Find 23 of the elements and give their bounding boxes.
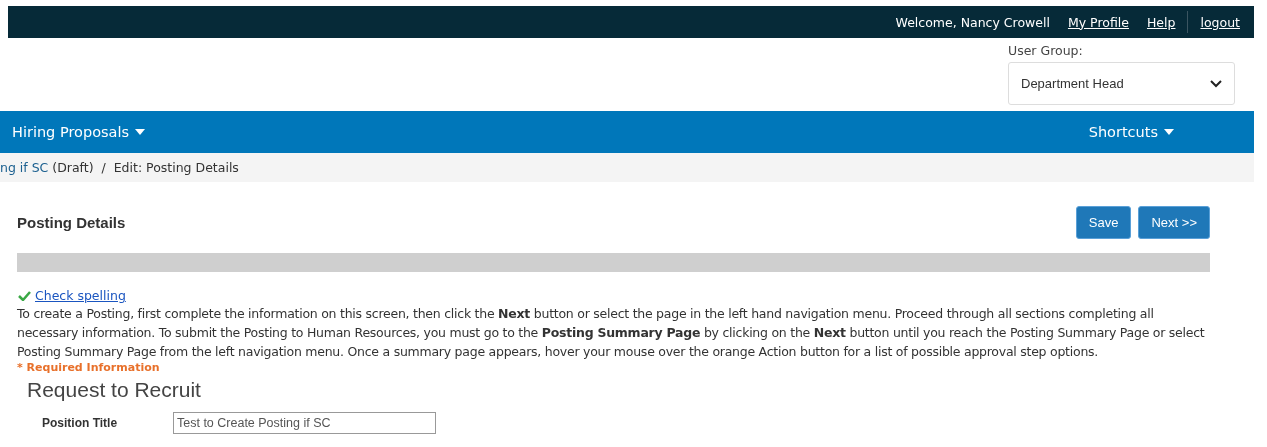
header-link[interactable]: logout: [1200, 14, 1240, 30]
spellcheck-icon: [17, 290, 31, 301]
breadcrumb-link[interactable]: ng if SC: [0, 160, 49, 175]
action-button[interactable]: Next >>: [1138, 206, 1210, 239]
field-label: Position Title: [42, 416, 119, 430]
nav-menu[interactable]: Hiring Proposals: [12, 124, 146, 140]
caret-icon: [1164, 129, 1174, 135]
check-spelling-link[interactable]: Check spelling: [35, 288, 126, 303]
user-group-label: User Group:: [1008, 43, 1083, 58]
welcome-text: Welcome, Nancy Crowell: [895, 14, 1050, 30]
position-title-field[interactable]: Test to Create Posting if SC: [173, 412, 436, 434]
page-title: Posting Details: [17, 214, 126, 231]
user-group-select[interactable]: Department Head: [1008, 62, 1235, 105]
nav-menu[interactable]: Shortcuts: [1088, 124, 1174, 140]
breadcrumb-text: (Draft) / Edit: Posting Details: [51, 160, 239, 175]
instructions-text: To create a Posting, first complete the information on this screen, then click the Next button or select the page in the left hand navigation menu. Proceed through all sections completing all necessary information. To submit the Posting to Human Resources, you must go to the Posting Summary Page by clicking on the Next button until you reach the Posting Summary Page or select Posting Summary Page from the left navigation menu. Once a summary page appears, hover your mouse over the orange Action button for a list of possible approval step options.: [17, 305, 1206, 361]
header-link[interactable]: My Profile: [1067, 14, 1129, 30]
chevron-down-icon: [1210, 79, 1222, 88]
required-note: * Required Information: [17, 361, 161, 374]
header-link[interactable]: Help: [1146, 14, 1176, 30]
caret-icon: [135, 129, 146, 135]
section-title: Request to Recruit: [27, 378, 202, 402]
action-button[interactable]: Save: [1075, 206, 1132, 239]
